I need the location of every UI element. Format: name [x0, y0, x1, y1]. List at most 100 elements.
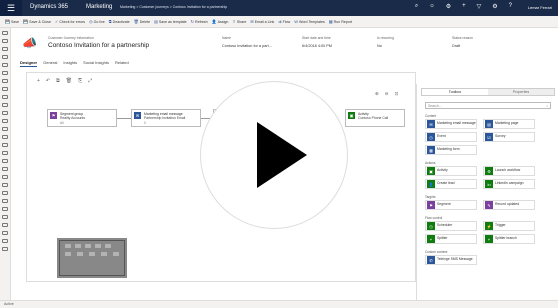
nav-item-icon[interactable] — [2, 159, 8, 163]
toolbox-item[interactable]: ◷ Scheduler — [425, 221, 477, 231]
toolbox-item[interactable]: ☑ Survey — [483, 132, 535, 142]
nav-item-icon[interactable] — [2, 87, 8, 91]
nav-item-icon[interactable] — [2, 47, 8, 51]
app-name[interactable]: Marketing — [86, 4, 112, 10]
nav-item-icon[interactable] — [2, 31, 8, 35]
command-share-button[interactable]: ⇪ Share — [232, 19, 246, 24]
tile-activity[interactable]: ▣ Activity Contoso Phone Call — [345, 109, 405, 127]
nav-item-icon[interactable] — [2, 191, 8, 195]
nav-item-icon[interactable] — [2, 95, 8, 99]
toolbox-item[interactable]: ⑂ Splitter branch — [483, 234, 535, 244]
command-assign-button[interactable]: 👤 Assign — [212, 19, 229, 24]
app-launcher-icon[interactable]: ☰ — [0, 0, 22, 16]
nav-item-icon[interactable] — [2, 79, 8, 83]
fit-icon[interactable]: ⊡ — [395, 91, 399, 97]
field-is-recurring[interactable]: Is recurring No — [377, 36, 394, 48]
command-go-live-button[interactable]: ◎ Go live — [89, 19, 105, 24]
nav-item-icon[interactable] — [2, 167, 8, 171]
toolbox-item[interactable]: ▣ Activity — [425, 166, 477, 176]
nav-item-icon[interactable] — [2, 239, 8, 243]
tile-segment[interactable]: ⚑ Segment group Reality Accounts All — [47, 109, 117, 127]
nav-item-icon[interactable] — [2, 143, 8, 147]
search-icon[interactable]: ⌕ — [415, 3, 418, 10]
toolbox-item[interactable]: ✎ Record updated — [483, 200, 535, 210]
toolbox-item[interactable]: ▦ Marketing form — [425, 145, 477, 155]
toolbox-item[interactable]: ◷ Event — [425, 132, 477, 142]
nav-item-icon[interactable] — [2, 207, 8, 211]
toolbox-group-header[interactable]: Custom content — [425, 250, 447, 254]
user-name[interactable]: Lemar Ferrari — [528, 5, 552, 10]
tab-insights[interactable]: Insights — [63, 60, 77, 67]
command-word-button[interactable]: W Word Templates — [294, 19, 325, 24]
nav-item-icon[interactable] — [2, 223, 8, 227]
toolbox-item[interactable]: ✆ Teleinge SMS Message — [425, 255, 477, 265]
toolbox-item[interactable]: ▤ Marketing page — [483, 119, 535, 129]
command-check-button[interactable]: ✓ Check for errors — [55, 19, 85, 24]
nav-item-icon[interactable] — [2, 231, 8, 235]
toolbox-item[interactable]: in LinkedIn campaign — [483, 179, 535, 189]
add-tile-icon[interactable]: + — [37, 78, 40, 84]
gear-icon[interactable]: ⚙ — [446, 3, 451, 10]
nav-item-icon[interactable] — [2, 215, 8, 219]
form-selector[interactable]: Customer Journey Information — [48, 36, 94, 40]
zoom-in-icon[interactable]: ⊕ — [375, 91, 379, 97]
nav-item-icon[interactable] — [2, 55, 8, 59]
toolbox-item[interactable]: ⚑ Segment — [425, 200, 477, 210]
nav-item-icon[interactable] — [2, 247, 8, 251]
nav-item-icon[interactable] — [2, 39, 8, 43]
delete-icon[interactable]: 🗑 — [66, 78, 72, 84]
nav-item-icon[interactable] — [2, 103, 8, 107]
toolbox-item[interactable]: ✉ Marketing email message — [425, 119, 477, 129]
toolbox-item[interactable]: 👤 Create lead — [425, 179, 477, 189]
nav-item-icon[interactable] — [2, 175, 8, 179]
zoom-out-icon[interactable]: ⊖ — [385, 91, 389, 97]
nav-item-icon[interactable] — [2, 71, 8, 75]
nav-item-icon[interactable] — [2, 135, 8, 139]
toolbox-group-header[interactable]: Actions — [425, 161, 435, 165]
undo-icon[interactable]: ↶ — [46, 78, 50, 84]
nav-item-icon[interactable] — [2, 119, 8, 123]
command-report-button[interactable]: ▦ Run Report — [329, 19, 352, 24]
command-save-close-button[interactable]: 💾 Save & Close — [23, 19, 51, 24]
play-button[interactable] — [201, 82, 347, 228]
field-start-date[interactable]: Start date and time 6/4/2018 4:00 PM — [302, 36, 332, 48]
nav-item-icon[interactable] — [2, 63, 8, 67]
command-copy-button[interactable]: ⧉ Deactivate — [109, 19, 130, 24]
tab-general[interactable]: General — [43, 60, 57, 67]
brand-name[interactable]: Dynamics 365 — [30, 4, 68, 10]
command-email-link-button[interactable]: ✉ Email a Link — [250, 19, 274, 24]
toolbox-item[interactable]: ⚡ Trigger — [483, 221, 535, 231]
toolbox-item[interactable]: ⚙ Launch workflow — [483, 166, 535, 176]
canvas-minimap[interactable] — [57, 238, 127, 278]
tab-toolbox[interactable]: Toolbox — [422, 89, 488, 95]
lightbulb-icon[interactable]: ☼ — [429, 3, 435, 10]
help-icon[interactable]: ? — [509, 3, 512, 10]
command-refresh-button[interactable]: ↻ Refresh — [191, 19, 208, 24]
minimap-viewport[interactable] — [59, 240, 125, 276]
nav-item-icon[interactable] — [2, 127, 8, 131]
nav-item-icon[interactable] — [2, 183, 8, 187]
tab-social-insights[interactable]: Social Insights — [83, 60, 109, 67]
tab-properties[interactable]: Properties — [488, 89, 554, 95]
nav-item-icon[interactable] — [2, 199, 8, 203]
filter-icon[interactable]: ▽ — [477, 3, 482, 10]
tab-related[interactable]: Related — [115, 60, 129, 67]
toolbox-search-input[interactable]: Search... ⌕ — [425, 102, 551, 109]
plus-icon[interactable]: + — [462, 3, 466, 10]
copy-icon[interactable]: ⧉ — [56, 78, 60, 84]
nav-item-icon[interactable] — [2, 151, 8, 155]
paste-icon[interactable]: ⎘ — [78, 78, 82, 84]
toolbox-group-header[interactable]: Content — [425, 114, 436, 118]
toolbox-item[interactable]: ⑂ Splitter — [425, 234, 477, 244]
command-template-button[interactable]: ▤ Save as template — [154, 19, 187, 24]
tab-designer[interactable]: Designer — [20, 60, 38, 67]
field-name[interactable]: Name Contoso Invitation for a part... — [222, 36, 272, 48]
toolbox-group-header[interactable]: Flow control — [425, 216, 442, 220]
command-delete-button[interactable]: 🗑 Delete — [134, 19, 150, 24]
nav-item-icon[interactable] — [2, 111, 8, 115]
command-save-button[interactable]: 💾 Save — [5, 19, 19, 24]
toolbox-group-header[interactable]: Targets — [425, 195, 435, 199]
settings-icon[interactable]: ⚙ — [492, 3, 497, 10]
field-status-reason[interactable]: Status reason Draft — [452, 36, 473, 48]
tile-email[interactable]: ✉ Marketing email message Partnership In… — [131, 109, 201, 127]
